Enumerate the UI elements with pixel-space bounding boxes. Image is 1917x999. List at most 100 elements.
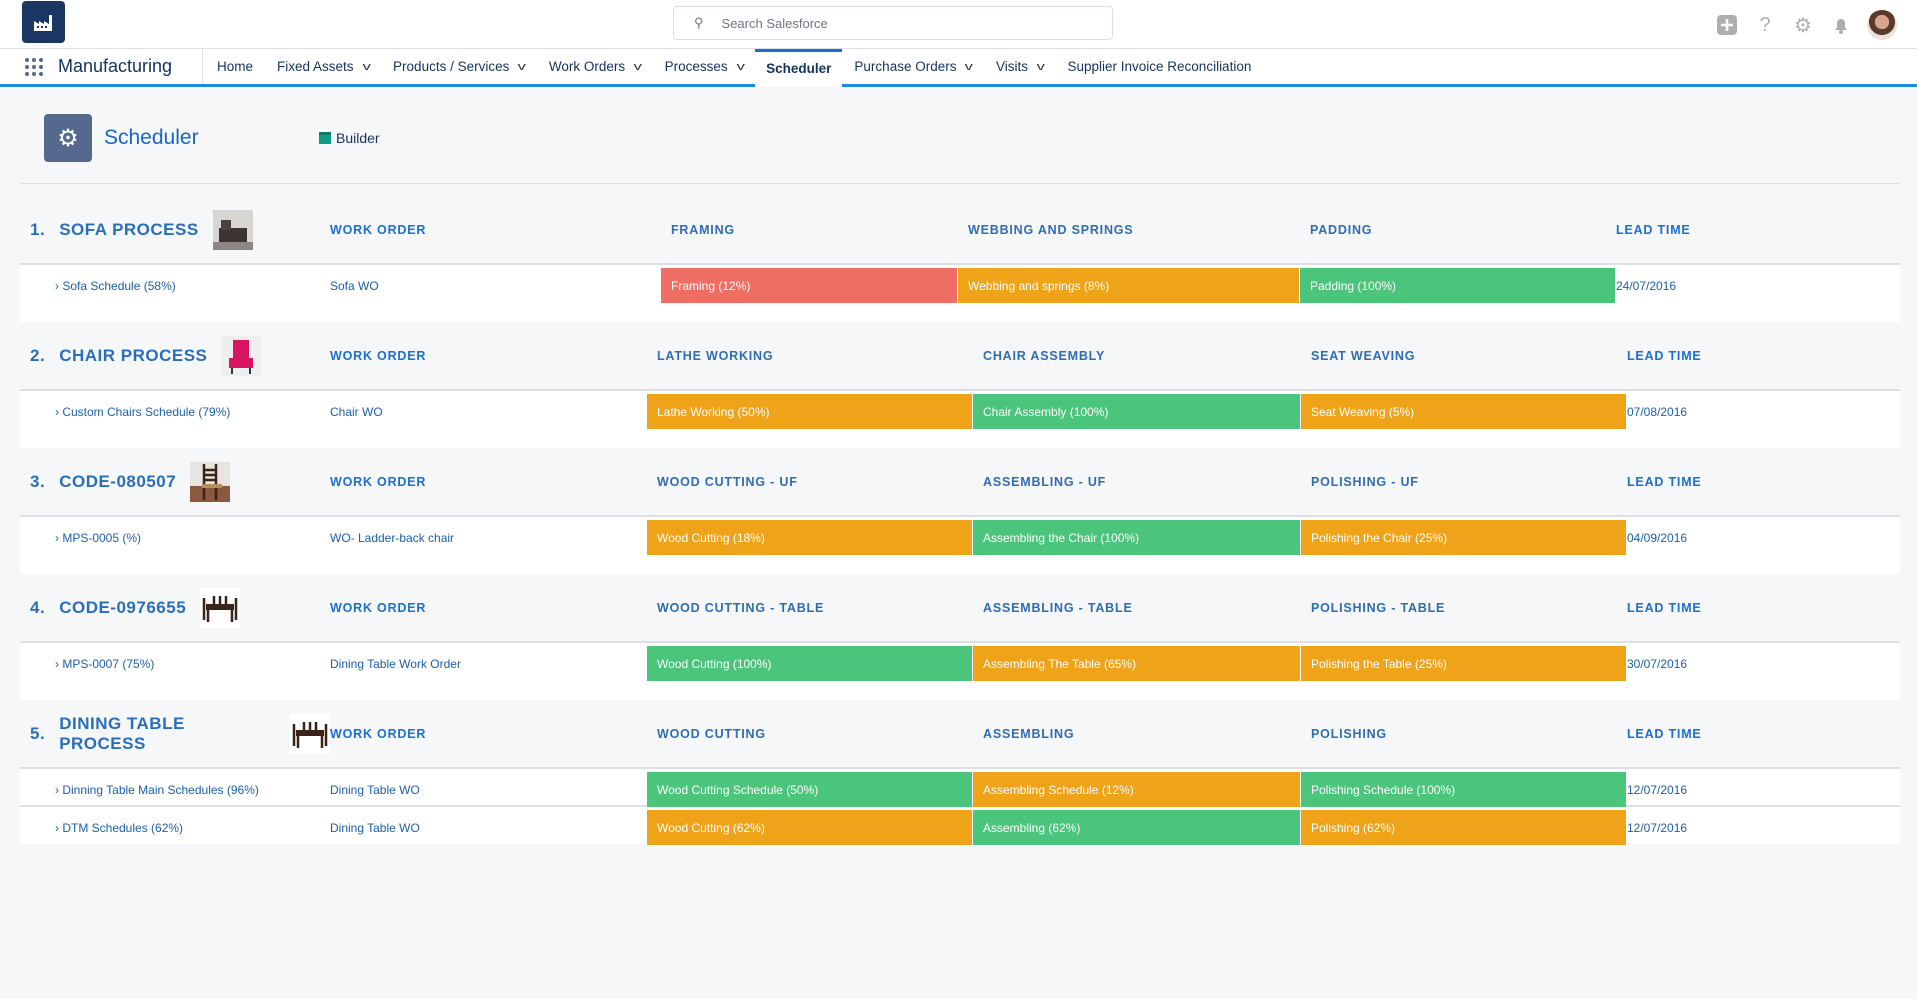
column-header: ASSEMBLING - TABLE xyxy=(983,600,1133,615)
nav-item-supplier-invoice-reconciliation[interactable]: Supplier Invoice Reconciliation xyxy=(1055,49,1263,84)
factory-logo-icon[interactable] xyxy=(22,1,65,43)
stage-progress-bar[interactable]: Wood Cutting (100%) xyxy=(647,646,972,681)
builder-button[interactable]: Builder xyxy=(319,130,380,146)
section-header: 5. DINING TABLE PROCESS WORK ORDER WOOD CUT… xyxy=(20,700,1900,769)
chevron-down-icon[interactable]: v xyxy=(518,61,526,73)
section-header: 2. CHAIR PROCESS WORK ORDER LATHE WORKING CH… xyxy=(20,322,1900,391)
schedule-link[interactable]: › MPS-0007 (75%) xyxy=(20,646,330,681)
section-title: 1. SOFA PROCESS xyxy=(20,209,330,250)
column-header: WORK ORDER xyxy=(330,726,427,741)
plus-icon[interactable] xyxy=(1715,13,1739,37)
search-input[interactable]: ⚲ Search Salesforce xyxy=(673,6,1113,40)
table-row: › Sofa Schedule (58%) Sofa WO Framing (12%… xyxy=(20,265,1900,322)
column-header: PADDING xyxy=(1310,222,1373,237)
stage-progress-bar[interactable]: Chair Assembly (100%) xyxy=(973,394,1300,429)
nav-item-processes[interactable]: Processes v xyxy=(653,49,756,84)
process-section: 5. DINING TABLE PROCESS WORK ORDER WOOD CUT… xyxy=(20,700,1900,845)
column-header: WORK ORDER xyxy=(330,222,427,237)
section-name[interactable]: CODE-080507 xyxy=(59,472,176,492)
column-header: ASSEMBLING xyxy=(983,726,1075,741)
gear-icon[interactable]: ⚙ xyxy=(1791,13,1815,37)
table-row: › Dinning Table Main Schedules (96%) Dini… xyxy=(20,769,1900,807)
stage-progress-bar[interactable]: Webbing and springs (8%) xyxy=(958,268,1299,303)
nav-item-label: Purchase Orders xyxy=(854,59,957,74)
chevron-down-icon[interactable]: v xyxy=(362,61,370,73)
nav-item-purchase-orders[interactable]: Purchase Orders v xyxy=(842,49,984,84)
chevron-down-icon[interactable]: v xyxy=(965,61,973,73)
nav-item-label: Fixed Assets xyxy=(277,59,354,74)
table-row: › DTM Schedules (62%) Dining Table WO Wood… xyxy=(20,807,1900,845)
stage-progress-bar[interactable]: Polishing the Table (25%) xyxy=(1301,646,1626,681)
schedule-link[interactable]: › Sofa Schedule (58%) xyxy=(20,268,330,303)
section-name[interactable]: SOFA PROCESS xyxy=(59,220,199,240)
product-thumbnail xyxy=(212,209,253,250)
column-header: WOOD CUTTING - TABLE xyxy=(657,600,825,615)
nav-item-home[interactable]: Home xyxy=(205,49,265,84)
stage-progress-bar[interactable]: Wood Cutting (62%) xyxy=(647,810,972,845)
product-thumbnail xyxy=(190,461,231,502)
nav-item-visits[interactable]: Visits v xyxy=(984,49,1056,84)
column-header: FRAMING xyxy=(671,222,735,237)
product-thumbnail xyxy=(290,713,330,754)
column-header: WOOD CUTTING - UF xyxy=(657,474,798,489)
schedule-link[interactable]: › Custom Chairs Schedule (79%) xyxy=(20,394,330,429)
app-nav: Manufacturing Home Fixed Assets v Products … xyxy=(0,49,1917,87)
stage-progress-bar[interactable]: Assembling the Chair (100%) xyxy=(973,520,1300,555)
builder-icon xyxy=(319,132,331,144)
chevron-down-icon[interactable]: v xyxy=(736,61,744,73)
stage-progress-bar[interactable]: Polishing Schedule (100%) xyxy=(1301,772,1626,807)
app-name: Manufacturing xyxy=(58,56,173,76)
app-launcher-icon[interactable] xyxy=(24,57,44,77)
section-name[interactable]: CHAIR PROCESS xyxy=(59,346,207,366)
product-thumbnail xyxy=(200,587,241,628)
nav-item-work-orders[interactable]: Work Orders v xyxy=(537,49,653,84)
avatar[interactable] xyxy=(1867,10,1897,40)
lead-time: 12/07/2016 xyxy=(1627,820,1688,835)
table-row: › MPS-0005 (%) WO- Ladder-back chair Wood … xyxy=(20,517,1900,574)
section-number: 3. xyxy=(30,471,46,491)
stage-progress-bar[interactable]: Wood Cutting (18%) xyxy=(647,520,972,555)
lead-time: 04/09/2016 xyxy=(1627,530,1688,545)
stage-progress-bar[interactable]: Wood Cutting Schedule (50%) xyxy=(647,772,972,807)
column-header: WEBBING AND SPRINGS xyxy=(968,222,1134,237)
lead-time: 07/08/2016 xyxy=(1627,404,1688,419)
column-header: WOOD CUTTING xyxy=(657,726,766,741)
stage-progress-bar[interactable]: Polishing the Chair (25%) xyxy=(1301,520,1626,555)
column-header: LEAD TIME xyxy=(1616,222,1691,237)
nav-item-label: Scheduler xyxy=(766,60,832,76)
schedule-link[interactable]: › Dinning Table Main Schedules (96%) xyxy=(20,772,330,807)
column-header: LEAD TIME xyxy=(1627,600,1702,615)
chevron-down-icon[interactable]: v xyxy=(634,61,642,73)
work-order-link[interactable]: Dining Table WO xyxy=(330,810,647,845)
section-name[interactable]: CODE-0976655 xyxy=(59,598,186,618)
chevron-down-icon[interactable]: v xyxy=(1037,61,1045,73)
stage-progress-bar[interactable]: Padding (100%) xyxy=(1300,268,1615,303)
stage-progress-bar[interactable]: Assembling Schedule (12%) xyxy=(973,772,1300,807)
stage-progress-bar[interactable]: Assembling The Table (65%) xyxy=(973,646,1300,681)
table-row: › Custom Chairs Schedule (79%) Chair WO La… xyxy=(20,391,1900,448)
work-order-link[interactable]: WO- Ladder-back chair xyxy=(330,520,647,555)
bell-icon[interactable] xyxy=(1829,13,1853,37)
schedule-link[interactable]: › MPS-0005 (%) xyxy=(20,520,330,555)
stage-progress-bar[interactable]: Framing (12%) xyxy=(661,268,957,303)
stage-progress-bar[interactable]: Assembling (62%) xyxy=(973,810,1300,845)
app-launcher[interactable]: Manufacturing xyxy=(0,49,203,84)
nav-item-fixed-assets[interactable]: Fixed Assets v xyxy=(265,49,381,84)
stage-progress-bar[interactable]: Polishing (62%) xyxy=(1301,810,1626,845)
search-icon: ⚲ xyxy=(694,15,704,30)
column-header: WORK ORDER xyxy=(330,474,427,489)
work-order-link[interactable]: Dining Table WO xyxy=(330,772,647,807)
work-order-link[interactable]: Chair WO xyxy=(330,394,647,429)
work-order-link[interactable]: Dining Table Work Order xyxy=(330,646,647,681)
work-order-link[interactable]: Sofa WO xyxy=(330,268,661,303)
nav-item-scheduler[interactable]: Scheduler xyxy=(755,49,843,87)
stage-progress-bar[interactable]: Seat Weaving (5%) xyxy=(1301,394,1626,429)
schedule-link[interactable]: › DTM Schedules (62%) xyxy=(20,810,330,845)
stage-progress-bar[interactable]: Lathe Working (50%) xyxy=(647,394,972,429)
help-icon[interactable]: ? xyxy=(1753,13,1777,37)
section-number: 5. xyxy=(30,723,46,743)
column-header: CHAIR ASSEMBLY xyxy=(983,348,1106,363)
section-title: 5. DINING TABLE PROCESS xyxy=(20,713,330,754)
section-name[interactable]: DINING TABLE PROCESS xyxy=(59,714,276,754)
nav-item-products-services[interactable]: Products / Services v xyxy=(381,49,537,84)
